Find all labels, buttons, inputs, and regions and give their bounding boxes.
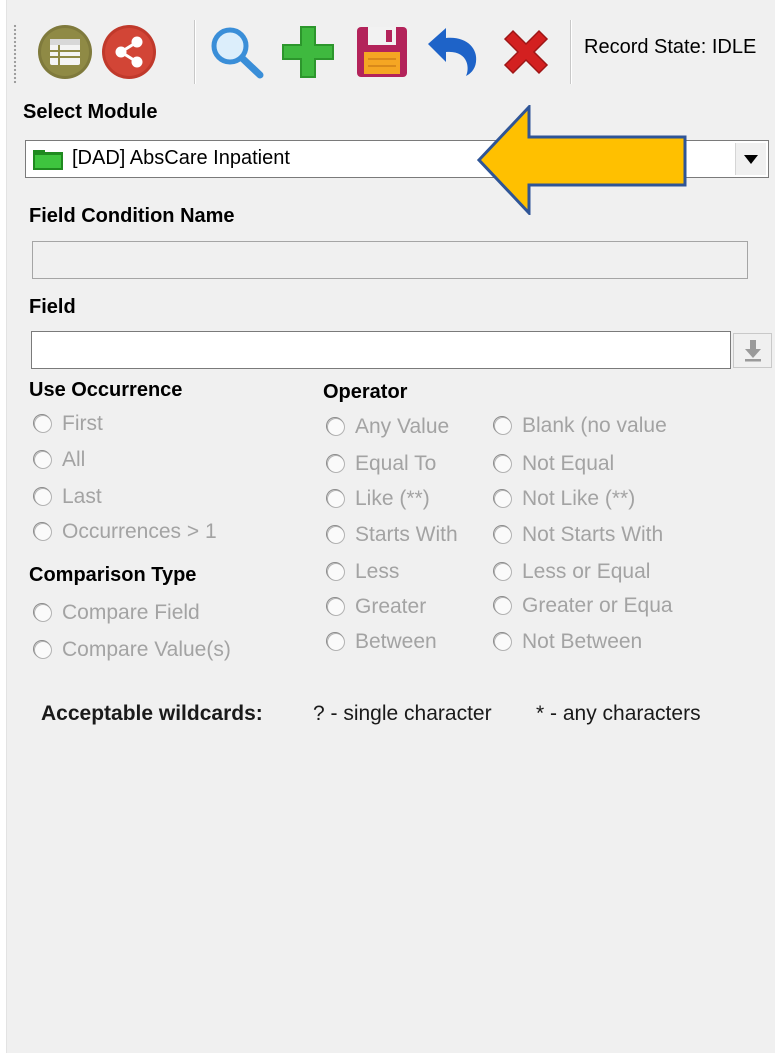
- operator-radio[interactable]: Greater: [327, 595, 426, 619]
- occurrence-first-radio[interactable]: First: [34, 412, 103, 436]
- add-button[interactable]: [277, 22, 339, 82]
- operator-radio[interactable]: Not Starts With: [494, 523, 663, 547]
- radio-label: Not Equal: [522, 452, 615, 475]
- share-icon: [102, 25, 156, 79]
- operator-radio[interactable]: Not Between: [494, 630, 642, 654]
- radio-circle: [34, 641, 52, 659]
- radio-label: Equal To: [355, 452, 437, 475]
- field-condition-name-input[interactable]: [32, 241, 748, 279]
- toolbar: Record State: IDLE: [7, 0, 775, 100]
- radio-label: All: [62, 448, 86, 471]
- radio-circle: [494, 455, 512, 473]
- wildcard-any-text: * - any characters: [536, 702, 701, 725]
- radio-circle: [327, 490, 345, 508]
- radio-circle: [34, 451, 52, 469]
- operator-radio[interactable]: Like (**): [327, 487, 430, 511]
- radio-label: Compare Field: [62, 601, 200, 624]
- radio-circle: [327, 526, 345, 544]
- radio-label: Not Starts With: [522, 523, 664, 546]
- radio-label: Not Like (**): [522, 487, 636, 510]
- operator-radio[interactable]: Any Value: [327, 415, 449, 439]
- delete-button[interactable]: [495, 22, 557, 82]
- field-input[interactable]: [31, 331, 731, 369]
- radio-label: Blank (no value: [522, 414, 667, 437]
- search-icon: [211, 27, 264, 79]
- radio-circle: [327, 598, 345, 616]
- compare-values-radio[interactable]: Compare Value(s): [34, 638, 231, 662]
- list-view-button[interactable]: [35, 22, 95, 82]
- search-button[interactable]: [205, 22, 267, 82]
- operator-radio[interactable]: Less or Equal: [494, 560, 650, 584]
- operator-radio[interactable]: Between: [327, 630, 437, 654]
- field-picker-button[interactable]: [733, 333, 772, 368]
- radio-circle: [327, 563, 345, 581]
- operator-radio[interactable]: Not Equal: [494, 452, 614, 476]
- comparison-type-label: Comparison Type: [29, 564, 197, 586]
- chevron-down-icon: [744, 154, 758, 164]
- toolbar-grip[interactable]: [13, 24, 17, 84]
- select-module-label: Select Module: [23, 101, 158, 123]
- operator-radio[interactable]: Less: [327, 560, 399, 584]
- field-label: Field: [29, 296, 76, 318]
- callout-arrow: [477, 105, 687, 215]
- occurrence-last-radio[interactable]: Last: [34, 485, 102, 509]
- radio-label: Not Between: [522, 630, 643, 653]
- radio-circle: [494, 526, 512, 544]
- module-dropdown-button[interactable]: [735, 143, 766, 175]
- floppy-disk-icon: [357, 27, 407, 77]
- toolbar-separator: [570, 20, 572, 84]
- radio-label: Greater: [355, 595, 427, 618]
- radio-circle: [327, 418, 345, 436]
- radio-label: Last: [62, 485, 102, 508]
- operator-radio[interactable]: Blank (no value: [494, 414, 667, 438]
- operator-radio[interactable]: Starts With: [327, 523, 458, 547]
- share-button[interactable]: [99, 22, 159, 82]
- undo-button[interactable]: [421, 22, 483, 82]
- radio-label: Compare Value(s): [62, 638, 231, 661]
- radio-circle: [494, 417, 512, 435]
- wildcard-single-text: ? - single character: [313, 702, 492, 725]
- wildcards-label: Acceptable wildcards:: [41, 702, 263, 725]
- radio-label: First: [62, 412, 103, 435]
- occurrence-many-radio[interactable]: Occurrences > 1: [34, 520, 217, 544]
- radio-label: Greater or Equa: [522, 594, 673, 617]
- radio-circle: [327, 633, 345, 651]
- undo-icon: [428, 28, 477, 76]
- field-condition-name-label: Field Condition Name: [29, 205, 235, 227]
- plus-icon: [282, 26, 334, 78]
- radio-label: Between: [355, 630, 437, 653]
- radio-circle: [34, 488, 52, 506]
- radio-circle: [494, 490, 512, 508]
- operator-radio[interactable]: Equal To: [327, 452, 436, 476]
- radio-circle: [494, 563, 512, 581]
- arrow-down-icon: [744, 339, 761, 361]
- radio-label: Like (**): [355, 487, 430, 510]
- operator-radio[interactable]: Not Like (**): [494, 487, 635, 511]
- radio-circle: [327, 455, 345, 473]
- operator-radio[interactable]: Greater or Equa: [494, 594, 673, 618]
- toolbar-separator: [194, 20, 196, 84]
- list-icon: [38, 25, 92, 79]
- radio-circle: [494, 597, 512, 615]
- radio-circle: [34, 604, 52, 622]
- radio-circle: [34, 415, 52, 433]
- radio-circle: [34, 523, 52, 541]
- radio-label: Starts With: [355, 523, 458, 546]
- radio-label: Less or Equal: [522, 560, 651, 583]
- occurrence-all-radio[interactable]: All: [34, 448, 85, 472]
- radio-label: Occurrences > 1: [62, 520, 217, 543]
- compare-field-radio[interactable]: Compare Field: [34, 601, 200, 625]
- save-button[interactable]: [352, 22, 412, 82]
- folder-icon: [33, 150, 63, 170]
- record-state-text: Record State: IDLE: [584, 36, 757, 58]
- use-occurrence-label: Use Occurrence: [29, 379, 183, 401]
- radio-circle: [494, 633, 512, 651]
- operator-label: Operator: [323, 381, 408, 403]
- module-select-value: [DAD] AbsCare Inpatient: [72, 147, 290, 169]
- radio-label: Any Value: [355, 415, 450, 438]
- radio-label: Less: [355, 560, 400, 583]
- close-icon: [503, 29, 549, 75]
